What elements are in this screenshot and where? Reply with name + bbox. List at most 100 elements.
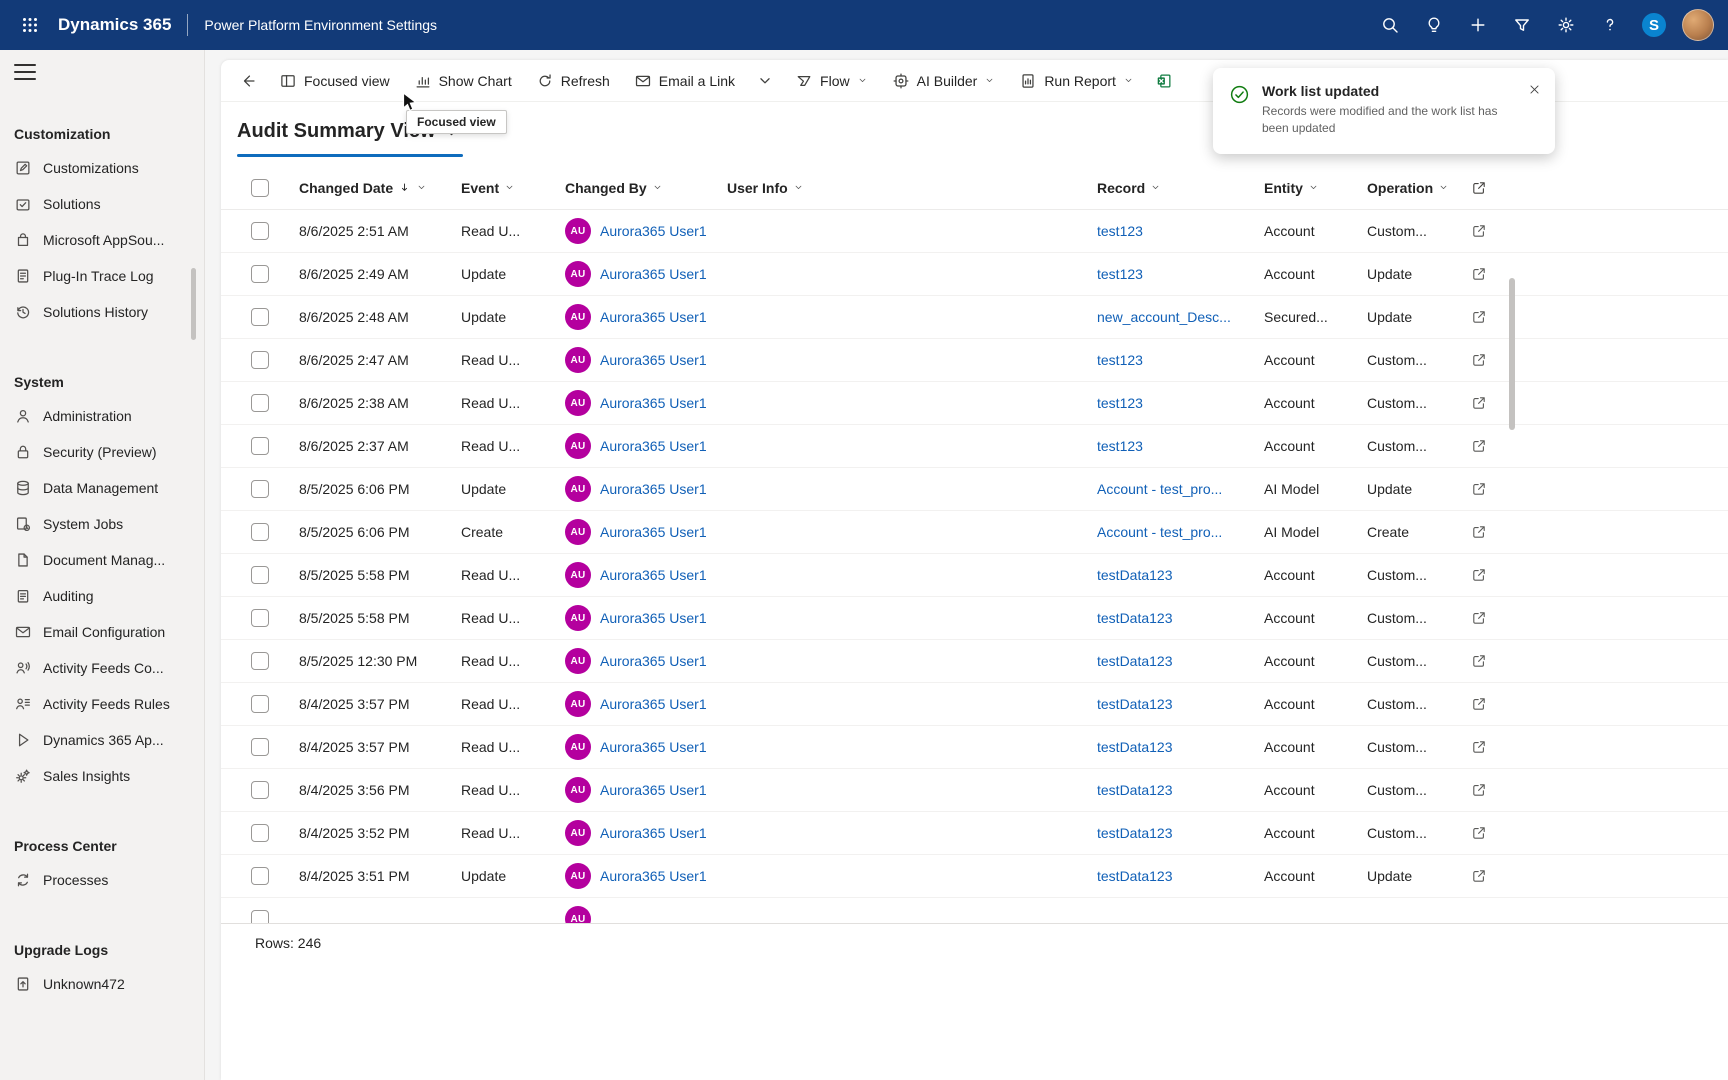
row-checkbox[interactable] [251, 480, 269, 498]
changed-by-persona[interactable]: AUAurora365 User1 [565, 691, 717, 717]
add-button[interactable] [1460, 7, 1496, 43]
table-row[interactable]: 8/6/2025 2:37 AMRead U...AUAurora365 Use… [221, 425, 1728, 468]
cell-record-link[interactable]: test123 [1097, 352, 1264, 368]
row-checkbox[interactable] [251, 738, 269, 756]
changed-by-persona[interactable]: AUAurora365 User1 [565, 734, 717, 760]
row-checkbox[interactable] [251, 695, 269, 713]
show-chart-button[interactable]: Show Chart [404, 65, 522, 97]
changed-by-name[interactable]: Aurora365 User1 [600, 223, 707, 239]
cell-record-link[interactable]: Account - test_pro... [1097, 524, 1264, 540]
changed-by-persona[interactable]: AUAurora365 User1 [565, 519, 717, 545]
row-checkbox[interactable] [251, 308, 269, 326]
open-record-button[interactable] [1471, 481, 1487, 497]
row-checkbox[interactable] [251, 265, 269, 283]
changed-by-persona[interactable]: AUAurora365 User1 [565, 648, 717, 674]
changed-by-persona[interactable]: AUAurora365 User1 [565, 261, 717, 287]
sidebar-item-microsoft-appsou[interactable]: Microsoft AppSou... [0, 222, 204, 258]
open-record-button[interactable] [1471, 696, 1487, 712]
table-row[interactable]: 8/6/2025 2:49 AMUpdateAUAurora365 User1t… [221, 253, 1728, 296]
sidebar-scrollbar[interactable] [191, 268, 196, 340]
changed-by-name[interactable]: Aurora365 User1 [600, 610, 707, 626]
cell-record-link[interactable]: testData123 [1097, 739, 1264, 755]
table-row[interactable]: 8/5/2025 6:06 PMUpdateAUAurora365 User1A… [221, 468, 1728, 511]
app-launcher-button[interactable] [12, 7, 48, 43]
sidebar-item-activity-feeds-rules[interactable]: Activity Feeds Rules [0, 686, 204, 722]
sidebar-item-auditing[interactable]: Auditing [0, 578, 204, 614]
cell-record-link[interactable]: new_account_Desc... [1097, 309, 1264, 325]
open-record-button[interactable] [1471, 825, 1487, 841]
column-header-record[interactable]: Record [1097, 180, 1264, 196]
sidebar-item-data-management[interactable]: Data Management [0, 470, 204, 506]
open-record-button[interactable] [1471, 567, 1487, 583]
changed-by-persona[interactable]: AUAurora365 User1 [565, 476, 717, 502]
ai-builder-button[interactable]: AI Builder [882, 65, 1006, 97]
settings-gear-button[interactable] [1548, 7, 1584, 43]
changed-by-name[interactable]: Aurora365 User1 [600, 868, 707, 884]
sidebar-item-document-manag[interactable]: Document Manag... [0, 542, 204, 578]
row-checkbox[interactable] [251, 652, 269, 670]
sidebar-item-system-jobs[interactable]: System Jobs [0, 506, 204, 542]
cell-record-link[interactable]: testData123 [1097, 782, 1264, 798]
changed-by-persona[interactable]: AUAurora365 User1 [565, 605, 717, 631]
table-row[interactable]: 8/6/2025 2:51 AMRead U...AUAurora365 Use… [221, 210, 1728, 253]
open-record-button[interactable] [1471, 395, 1487, 411]
table-row[interactable]: 8/4/2025 3:57 PMRead U...AUAurora365 Use… [221, 683, 1728, 726]
cell-record-link[interactable]: testData123 [1097, 868, 1264, 884]
changed-by-persona[interactable]: AUAurora365 User1 [565, 347, 717, 373]
focused-view-button[interactable]: Focused view [269, 65, 400, 97]
changed-by-name[interactable]: Aurora365 User1 [600, 567, 707, 583]
filter-button[interactable] [1504, 7, 1540, 43]
changed-by-persona[interactable]: AUAurora365 User1 [565, 820, 717, 846]
cell-record-link[interactable]: test123 [1097, 266, 1264, 282]
changed-by-name[interactable]: Aurora365 User1 [600, 524, 707, 540]
sidebar-item-dynamics-365-ap[interactable]: Dynamics 365 Ap... [0, 722, 204, 758]
export-excel-button[interactable] [1148, 65, 1180, 97]
open-record-button[interactable] [1471, 309, 1487, 325]
table-row[interactable]: 8/5/2025 6:06 PMCreateAUAurora365 User1A… [221, 511, 1728, 554]
flow-button[interactable]: Flow [785, 65, 878, 97]
search-button[interactable] [1372, 7, 1408, 43]
sitemap-toggle-button[interactable] [14, 62, 36, 82]
open-record-button[interactable] [1471, 352, 1487, 368]
changed-by-name[interactable]: Aurora365 User1 [600, 309, 707, 325]
table-row[interactable]: 8/5/2025 5:58 PMRead U...AUAurora365 Use… [221, 554, 1728, 597]
sidebar-item-unknown472[interactable]: Unknown472 [0, 966, 204, 1002]
column-header-open-record[interactable] [1471, 180, 1515, 196]
changed-by-persona[interactable]: AUAurora365 User1 [565, 863, 717, 889]
page-breadcrumb[interactable]: Power Platform Environment Settings [204, 17, 437, 33]
help-button[interactable] [1592, 7, 1628, 43]
column-header-changed-by[interactable]: Changed By [565, 180, 727, 196]
row-checkbox[interactable] [251, 351, 269, 369]
table-row[interactable]: 8/6/2025 2:38 AMRead U...AUAurora365 Use… [221, 382, 1728, 425]
changed-by-name[interactable]: Aurora365 User1 [600, 352, 707, 368]
sidebar-item-email-configuration[interactable]: Email Configuration [0, 614, 204, 650]
changed-by-name[interactable]: Aurora365 User1 [600, 825, 707, 841]
column-header-user-info[interactable]: User Info [727, 180, 1097, 196]
sidebar-item-administration[interactable]: Administration [0, 398, 204, 434]
sidebar-item-sales-insights[interactable]: Sales Insights [0, 758, 204, 794]
open-record-button[interactable] [1471, 524, 1487, 540]
changed-by-persona[interactable]: AUAurora365 User1 [565, 562, 717, 588]
grid-scrollbar[interactable] [1509, 278, 1515, 430]
changed-by-persona[interactable]: AUAurora365 User1 [565, 777, 717, 803]
changed-by-persona[interactable]: AUAurora365 User1 [565, 304, 717, 330]
open-record-button[interactable] [1471, 653, 1487, 669]
open-record-button[interactable] [1471, 438, 1487, 454]
open-record-button[interactable] [1471, 610, 1487, 626]
changed-by-name[interactable]: Aurora365 User1 [600, 653, 707, 669]
sidebar-item-processes[interactable]: Processes [0, 862, 204, 898]
row-checkbox[interactable] [251, 824, 269, 842]
sidebar-item-customizations[interactable]: Customizations [0, 150, 204, 186]
table-row[interactable]: 8/4/2025 3:52 PMRead U...AUAurora365 Use… [221, 812, 1728, 855]
cell-record-link[interactable]: Account - test_pro... [1097, 481, 1264, 497]
cell-record-link[interactable]: testData123 [1097, 610, 1264, 626]
changed-by-persona[interactable]: AUAurora365 User1 [565, 433, 717, 459]
table-row[interactable]: 8/5/2025 5:58 PMRead U...AUAurora365 Use… [221, 597, 1728, 640]
column-header-changed-date[interactable]: Changed Date [299, 180, 461, 196]
table-row[interactable]: 8/4/2025 3:56 PMRead U...AUAurora365 Use… [221, 769, 1728, 812]
changed-by-persona[interactable]: AUAurora365 User1 [565, 218, 717, 244]
refresh-button[interactable]: Refresh [526, 65, 620, 97]
changed-by-persona[interactable]: AUAurora365 User1 [565, 390, 717, 416]
column-header-operation[interactable]: Operation [1367, 180, 1471, 196]
changed-by-persona[interactable]: AU [565, 906, 717, 923]
